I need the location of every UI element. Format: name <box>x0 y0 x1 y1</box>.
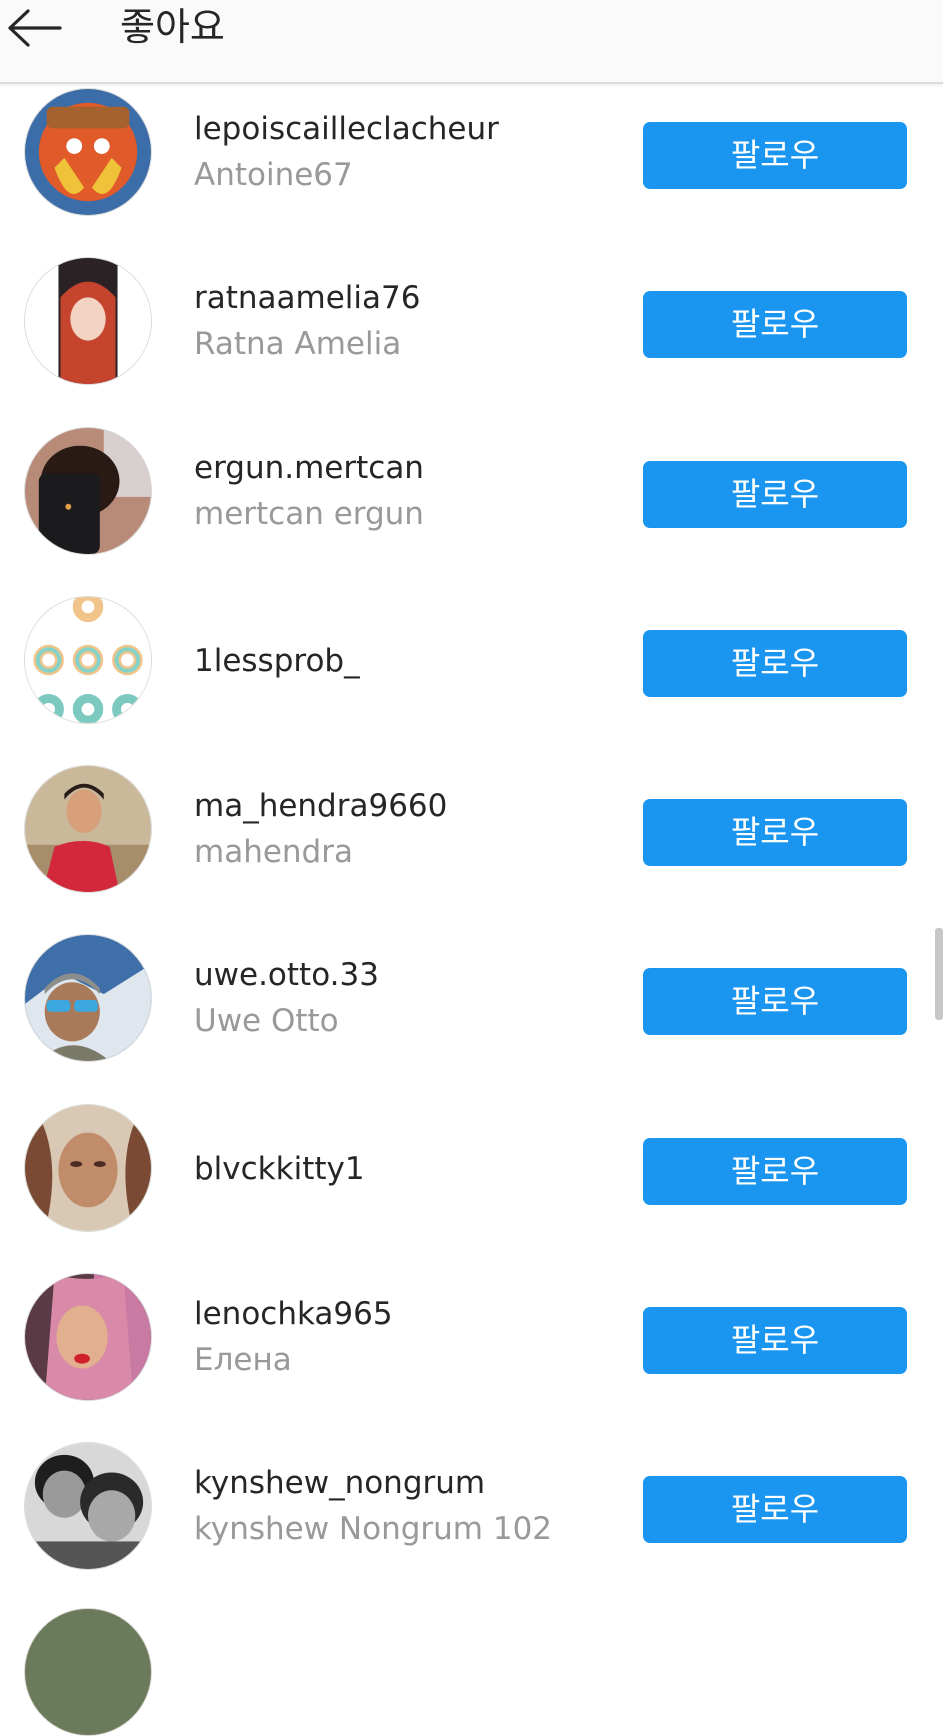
list-item: blvckkitty1 팔로우 <box>0 1100 943 1269</box>
avatar[interactable] <box>24 1442 152 1571</box>
avatar[interactable] <box>24 88 152 216</box>
username: kynshew_nongrum <box>194 1465 486 1502</box>
full-name: mahendra <box>194 834 353 871</box>
avatar[interactable] <box>24 1608 152 1736</box>
list-item: ratnaamelia76 Ratna Amelia 팔로우 <box>0 253 943 422</box>
avatar[interactable] <box>24 1103 152 1232</box>
avatar[interactable] <box>24 257 152 386</box>
avatar[interactable] <box>24 1273 152 1402</box>
full-name: Antoine67 <box>194 157 353 193</box>
avatar[interactable] <box>24 765 152 894</box>
username: lepoiscailleclacheur <box>194 111 499 147</box>
user-info[interactable]: kynshew_nongrum kynshew Nongrum 102 <box>194 1460 614 1552</box>
scrollbar[interactable] <box>935 928 943 1020</box>
list-item: ergun.mertcan mertcan ergun 팔로우 <box>0 423 943 592</box>
list-item: kynshew_nongrum kynshew Nongrum 102 팔로우 <box>0 1438 943 1607</box>
user-info[interactable]: 1lessprob_ <box>194 638 614 684</box>
avatar[interactable] <box>24 426 152 555</box>
back-button[interactable] <box>0 0 80 60</box>
full-name: mertcan ergun <box>194 495 424 532</box>
user-info[interactable]: lepoiscailleclacheur Antoine67 <box>194 106 614 198</box>
arrow-left-icon <box>8 9 62 47</box>
username: ma_hendra9660 <box>194 788 448 825</box>
list-item: lenochka965 Елена 팔로우 <box>0 1269 943 1438</box>
full-name: Uwe Otto <box>194 1003 339 1040</box>
full-name: kynshew Nongrum 102 <box>194 1511 553 1548</box>
follow-button[interactable]: 팔로우 <box>643 460 907 528</box>
likes-list: lepoiscailleclacheur Antoine67 팔로우 ratna… <box>0 84 943 1608</box>
full-name: Елена <box>194 1342 292 1379</box>
username: 1lessprob_ <box>194 642 360 679</box>
user-info[interactable]: lenochka965 Елена <box>194 1291 614 1383</box>
list-item: ma_hendra9660 mahendra 팔로우 <box>0 761 943 930</box>
avatar[interactable] <box>24 595 152 724</box>
username: uwe.otto.33 <box>194 957 379 994</box>
follow-button[interactable]: 팔로우 <box>643 122 907 189</box>
follow-button[interactable]: 팔로우 <box>643 968 907 1036</box>
follow-button[interactable]: 팔로우 <box>643 1307 907 1375</box>
user-info[interactable]: uwe.otto.33 Uwe Otto <box>194 952 614 1044</box>
top-app-bar: 좋아요 <box>0 0 943 84</box>
username: blvckkitty1 <box>194 1150 365 1187</box>
username: ratnaamelia76 <box>194 280 421 317</box>
full-name: Ratna Amelia <box>194 326 402 363</box>
follow-button[interactable]: 팔로우 <box>643 629 907 697</box>
user-info[interactable]: blvckkitty1 <box>194 1146 614 1192</box>
user-info[interactable]: ma_hendra9660 mahendra <box>194 783 614 875</box>
list-item: 1lessprob_ 팔로우 <box>0 592 943 761</box>
user-info[interactable]: ratnaamelia76 Ratna Amelia <box>194 275 614 367</box>
follow-button[interactable]: 팔로우 <box>643 291 907 359</box>
username: lenochka965 <box>194 1296 393 1333</box>
page-title: 좋아요 <box>120 5 225 49</box>
avatar[interactable] <box>24 934 152 1063</box>
user-info[interactable]: ergun.mertcan mertcan ergun <box>194 445 614 537</box>
list-item: uwe.otto.33 Uwe Otto 팔로우 <box>0 930 943 1099</box>
follow-button[interactable]: 팔로우 <box>643 799 907 867</box>
follow-button[interactable]: 팔로우 <box>643 1476 907 1544</box>
username: ergun.mertcan <box>194 449 424 486</box>
follow-button[interactable]: 팔로우 <box>643 1137 907 1205</box>
list-item: lepoiscailleclacheur Antoine67 팔로우 <box>0 84 943 253</box>
